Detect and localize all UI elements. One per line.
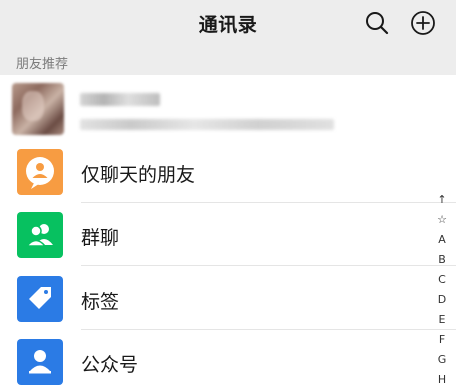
index-letter[interactable]: ↑ xyxy=(432,190,452,210)
index-letter[interactable]: E xyxy=(432,310,452,330)
index-letter[interactable]: A xyxy=(432,230,452,250)
menu-item-chat-only-friends[interactable]: 仅聊天的朋友 xyxy=(0,140,456,203)
index-letter[interactable]: ☆ xyxy=(432,210,452,230)
menu-item-label: 群聊 xyxy=(81,227,120,249)
menu-item-label: 公众号 xyxy=(81,354,139,376)
avatar xyxy=(12,83,64,135)
blurred-name xyxy=(80,93,160,106)
alphabet-index[interactable]: ↑ ☆ A B C D E F G H xyxy=(432,190,452,390)
section-label-friend-recommend: 朋友推荐 xyxy=(16,57,69,72)
index-letter[interactable]: F xyxy=(432,330,452,350)
add-circle-icon[interactable] xyxy=(410,10,436,36)
index-letter[interactable]: C xyxy=(432,270,452,290)
group-chat-icon xyxy=(17,212,63,258)
index-letter[interactable]: D xyxy=(432,290,452,310)
menu-item-tags[interactable]: 标签 xyxy=(0,267,456,330)
index-letter[interactable]: G xyxy=(432,350,452,370)
menu-item-group-chats[interactable]: 群聊 xyxy=(0,203,456,266)
contacts-menu-list: 仅聊天的朋友 群聊 标签 公众号 xyxy=(0,140,456,391)
tag-icon xyxy=(17,276,63,322)
menu-item-official-accounts[interactable]: 公众号 xyxy=(0,330,456,391)
chat-only-friend-icon xyxy=(17,149,63,195)
blurred-description xyxy=(80,119,334,130)
divider xyxy=(81,265,456,266)
menu-item-label: 仅聊天的朋友 xyxy=(81,164,196,186)
official-account-icon xyxy=(17,339,63,385)
friend-recommendation-row[interactable]: 1 xyxy=(0,75,456,191)
search-icon[interactable] xyxy=(364,10,390,36)
index-letter[interactable]: B xyxy=(432,250,452,270)
index-letter[interactable]: H xyxy=(432,370,452,390)
navigation-header: 通讯录 xyxy=(0,0,456,48)
menu-item-label: 标签 xyxy=(81,291,120,313)
